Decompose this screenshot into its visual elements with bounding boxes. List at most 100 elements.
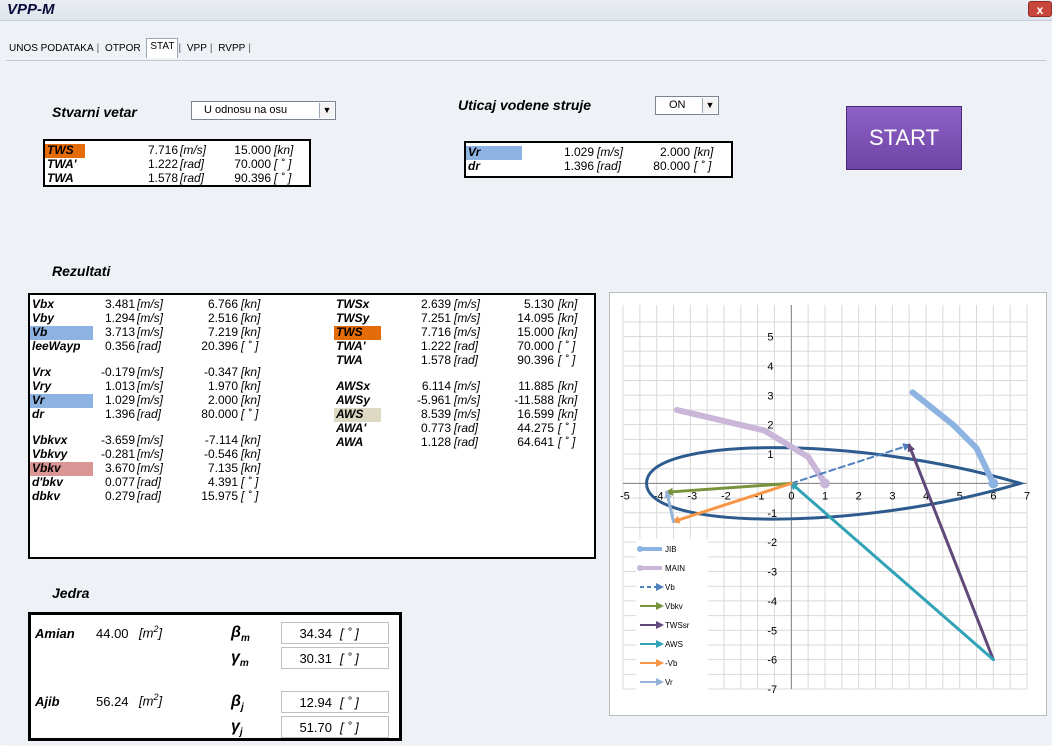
value-row: dr 1.396 [rad] 80.000[ ˚ ] [30,408,300,421]
legend-label: AWS [665,640,683,649]
sail-area-label: Ajib [35,694,60,709]
chevron-down-icon[interactable]: ▼ [702,98,717,113]
row-unit-alt: [kn] [241,447,261,461]
tab-strip: UNOS PODATAKA | OTPOR STAT | VPP | RVPP | [6,38,251,58]
x-tick-label: 7 [1024,490,1030,502]
row-value-si: 0.077 [104,475,135,489]
row-unit-alt: [kn] [558,297,578,311]
sail-area-value: 56.24 [96,694,129,709]
row-value-si: 1.013 [104,379,135,393]
row-unit-si: [m/s] [137,379,163,393]
row-unit-alt: [kn] [694,145,714,159]
row-unit-alt: [ ˚ ] [558,353,576,367]
value-row: TWA 1.578 [rad] 90.396[ ˚ ] [45,172,309,185]
row-name: Vbkvx [32,433,68,447]
row-name: TWSx [336,297,370,311]
gamma-m-symbol: γm [231,649,249,669]
value-row: d'bkv 0.077 [rad] 4.391[ ˚ ] [30,476,300,489]
chevron-down-icon[interactable]: ▼ [319,103,334,118]
row-value-alt: 4.391 [207,475,238,489]
beta-m-field: 34.34 [ ˚ ] [281,622,389,644]
legend-label: -Vb [665,659,678,668]
value-row: Vby 1.294 [m/s] 2.516 [kn] [30,312,300,325]
value-row: AWA 1.128 [rad] 64.641 [ ˚ ] [334,436,592,449]
row-value-alt: 11.885 [518,379,554,393]
uticaj-table: Vr 1.029 [m/s] 2.000 [kn] dr 1.396 [rad] 80.000 [… [464,141,733,178]
row-value-alt: 15.000 [517,325,554,339]
jedra-table: Amian 44.00 [m2] Ajib 56.24 [m2] βm 34.34[ ˚ ] γ… [28,612,402,741]
row-value-alt: 16.599 [517,407,554,421]
row-unit-alt: [ ˚ ] [694,159,712,173]
row-unit-si: [m/s] [454,297,480,311]
row-unit-si: [rad] [454,435,479,449]
row-name: TWA [336,353,363,367]
sail-area-unit: [m2] [139,692,162,708]
row-value-si: 7.716 [147,143,178,157]
row-name: Vry [32,379,52,393]
y-tick-label: 5 [767,332,773,344]
value-row: Vbkvy -0.281 [m/s] -0.546 [kn] [30,448,300,461]
row-value-alt: -0.347 [203,365,238,379]
jedra-heading: Jedra [52,585,90,601]
start-button[interactable]: START [846,106,962,170]
value-row: TWSy 7.251 [m/s] 14.095 [kn] [334,312,592,325]
row-unit-si: [rad] [137,407,162,421]
row-unit-si: [m/s] [454,407,480,421]
row-name: AWA [336,435,364,449]
value-row: TWA' 1.222 [rad] 70.000 [ ˚ ] [334,340,592,353]
tab-stat[interactable]: STAT [146,38,179,58]
unit-open: [m [139,625,154,641]
title-bar: VPP-M x [0,0,1052,21]
row-value-si: 8.539 [420,407,451,421]
row-value-alt: 80.000 [201,407,238,421]
y-tick-label: -7 [767,684,777,696]
uticaj-heading: Uticaj vodene struje [458,97,592,113]
row-value-alt: 7.219 [207,325,238,339]
legend-marker [637,546,643,552]
row-unit-si: [rad] [137,475,162,489]
row-unit-alt: [ ˚ ] [274,171,292,185]
value-row: TWS 7.716 [m/s] 15.000 [kn] [334,325,592,340]
row-unit-si: [rad] [454,339,479,353]
row-value-alt: 20.396 [201,339,238,353]
legend-label: Vr [665,678,673,687]
row-unit-alt: [kn] [241,325,261,339]
value-row: TWA 1.578 [rad] 90.396[ ˚ ] [334,354,592,367]
y-tick-label: -5 [767,625,777,637]
reference-dropdown[interactable]: U odnosu na osu ▼ [191,101,336,120]
gamma-m-field: 30.31 [ ˚ ] [281,647,389,669]
tab-otpor[interactable]: OTPOR [102,41,144,57]
value-row: Vb 3.713 [m/s] 7.219 [kn] [30,325,300,340]
row-value-alt: 1.970 [207,379,238,393]
row-value-si: 1.029 [104,393,135,407]
close-button[interactable]: x [1028,1,1052,17]
tab-rvpp[interactable]: RVPP [215,41,248,57]
row-unit-alt: [kn] [558,325,578,339]
legend-label: TWSsr [665,621,690,630]
gamma-j-unit: [ ˚ ] [340,720,359,735]
row-name: Vbx [32,297,55,311]
row-unit-alt: [kn] [241,393,261,407]
row-name: dr [468,159,480,173]
tab-vpp[interactable]: VPP [184,41,210,57]
x-tick-label: -3 [687,490,697,502]
row-value-si: 1.222 [420,339,451,353]
row-value-si: 1.128 [420,435,451,449]
current-toggle-dropdown[interactable]: ON ▼ [655,96,719,115]
row-unit-alt: [kn] [558,407,578,421]
row-name: AWA' [336,421,367,435]
row-unit-alt: [kn] [241,365,261,379]
row-value-si: 3.670 [104,461,135,475]
legend-label: Vb [665,583,675,592]
row-unit-si: [m/s] [597,145,623,159]
rezultati-right-columns: TWSx 2.639 [m/s] 5.130 [kn] TWSy 7.251 [m/s] 14.… [334,295,594,495]
value-row: dbkv 0.279 [rad] 15.975[ ˚ ] [30,490,300,503]
unit-open: [m [139,693,154,709]
row-value-alt: 2.516 [207,311,238,325]
series-jib-line [909,389,997,487]
gamma-j-sym: γ [231,718,240,735]
beta-j-unit: [ ˚ ] [340,695,359,710]
tab-separator: | [209,43,213,54]
tab-unos-podataka[interactable]: UNOS PODATAKA [6,41,97,57]
series-start-marker [988,478,999,489]
